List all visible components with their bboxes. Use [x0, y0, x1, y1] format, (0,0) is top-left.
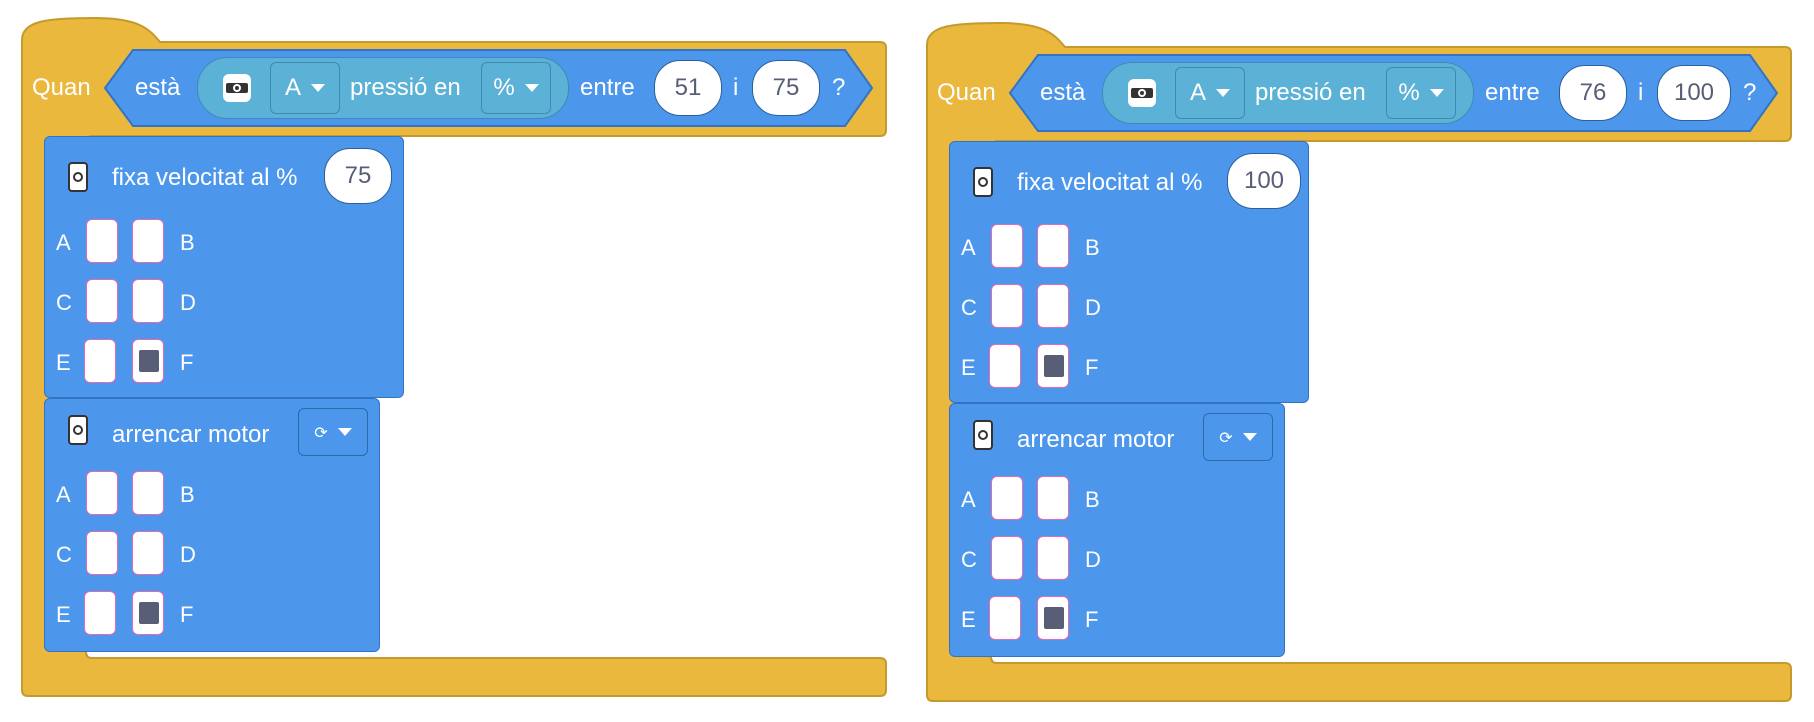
port-e-toggle[interactable] [989, 596, 1021, 640]
chevron-down-icon [1216, 89, 1230, 97]
chevron-down-icon [1429, 89, 1444, 97]
port-label-c: C [961, 295, 977, 320]
port-label-d: D [180, 542, 196, 567]
port-label-d: D [180, 290, 196, 315]
script-2[interactable]: Quan està A pressió en % entre 76 i 100 … [905, 5, 1805, 722]
and-label: i [733, 74, 739, 101]
set-speed-label: fixa velocitat al % [1017, 169, 1203, 196]
port-label-f: F [1085, 355, 1099, 380]
min-value-input[interactable]: 76 [1559, 65, 1627, 121]
port-label-c: C [56, 542, 72, 567]
hub-icon [68, 415, 88, 445]
port-dropdown[interactable]: A [270, 62, 340, 114]
between-label: entre [580, 74, 635, 101]
speed-value-input[interactable]: 75 [324, 148, 392, 204]
max-value-input[interactable]: 75 [752, 60, 820, 116]
unit-dropdown-value: % [493, 74, 515, 101]
direction-dropdown[interactable]: ⟳ [1203, 413, 1273, 461]
port-e-toggle[interactable] [989, 344, 1021, 388]
port-label-d: D [1085, 295, 1101, 320]
port-d-toggle[interactable] [132, 531, 164, 575]
port-label-a: A [56, 482, 71, 507]
port-label-b: B [180, 482, 195, 507]
speed-value-input[interactable]: 100 [1227, 153, 1301, 209]
unit-dropdown-value: % [1398, 79, 1420, 106]
port-a-toggle[interactable] [86, 471, 118, 515]
question-mark: ? [832, 74, 846, 101]
port-label-c: C [961, 547, 977, 572]
when-label: Quan [937, 79, 996, 106]
port-f-toggle[interactable] [132, 339, 164, 383]
port-e-toggle[interactable] [84, 591, 116, 635]
hub-icon [973, 420, 993, 450]
port-c-toggle[interactable] [86, 279, 118, 323]
set-speed-label: fixa velocitat al % [112, 164, 298, 191]
port-label-e: E [961, 355, 976, 380]
port-b-toggle[interactable] [1037, 224, 1069, 268]
hub-icon [68, 162, 88, 192]
port-f-toggle[interactable] [132, 591, 164, 635]
direction-dropdown[interactable]: ⟳ [298, 408, 368, 456]
port-label-b: B [180, 230, 195, 255]
port-label-e: E [56, 602, 71, 627]
chevron-down-icon [337, 428, 352, 436]
port-d-toggle[interactable] [132, 279, 164, 323]
port-a-toggle[interactable] [991, 224, 1023, 268]
start-motor-label: arrencar motor [1017, 426, 1175, 453]
is-label: està [1040, 79, 1086, 106]
port-label-f: F [180, 602, 194, 627]
port-e-toggle[interactable] [84, 339, 116, 383]
is-label: està [135, 74, 181, 101]
port-label-b: B [1085, 487, 1100, 512]
port-label-a: A [961, 235, 976, 260]
question-mark: ? [1743, 79, 1757, 106]
port-a-toggle[interactable] [991, 476, 1023, 520]
pressure-label: pressió en [350, 74, 461, 101]
and-label: i [1638, 79, 1644, 106]
port-label-a: A [961, 487, 976, 512]
port-label-f: F [1085, 607, 1099, 632]
unit-dropdown[interactable]: % [481, 62, 551, 114]
chevron-down-icon [524, 84, 539, 92]
chevron-down-icon [1242, 433, 1257, 441]
port-label-e: E [56, 350, 71, 375]
between-label: entre [1485, 79, 1540, 106]
port-b-toggle[interactable] [132, 471, 164, 515]
port-f-toggle[interactable] [1037, 596, 1069, 640]
port-d-toggle[interactable] [1037, 536, 1069, 580]
rotate-clockwise-icon: ⟳ [314, 422, 328, 442]
port-b-toggle[interactable] [132, 219, 164, 263]
port-dropdown-value: A [1189, 79, 1206, 106]
port-label-c: C [56, 290, 72, 315]
port-label-d: D [1085, 547, 1101, 572]
port-label-a: A [56, 230, 71, 255]
unit-dropdown[interactable]: % [1386, 67, 1456, 119]
port-dropdown-value: A [284, 74, 301, 101]
port-dropdown[interactable]: A [1175, 67, 1245, 119]
when-label: Quan [32, 74, 91, 101]
hub-icon [973, 167, 993, 197]
port-label-e: E [961, 607, 976, 632]
start-motor-label: arrencar motor [112, 421, 270, 448]
port-a-toggle[interactable] [86, 219, 118, 263]
pressure-label: pressió en [1255, 79, 1366, 106]
port-b-toggle[interactable] [1037, 476, 1069, 520]
script-1[interactable]: Quan està A pressió en % entre 51 i 75 ?… [0, 0, 900, 722]
port-c-toggle[interactable] [991, 536, 1023, 580]
port-f-toggle[interactable] [1037, 344, 1069, 388]
max-value-input[interactable]: 100 [1657, 65, 1731, 121]
port-label-f: F [180, 350, 194, 375]
port-d-toggle[interactable] [1037, 284, 1069, 328]
force-sensor-icon [1128, 79, 1156, 107]
chevron-down-icon [311, 84, 325, 92]
force-sensor-icon [223, 74, 251, 102]
port-c-toggle[interactable] [991, 284, 1023, 328]
rotate-clockwise-icon: ⟳ [1219, 427, 1233, 447]
min-value-input[interactable]: 51 [654, 60, 722, 116]
port-c-toggle[interactable] [86, 531, 118, 575]
port-label-b: B [1085, 235, 1100, 260]
